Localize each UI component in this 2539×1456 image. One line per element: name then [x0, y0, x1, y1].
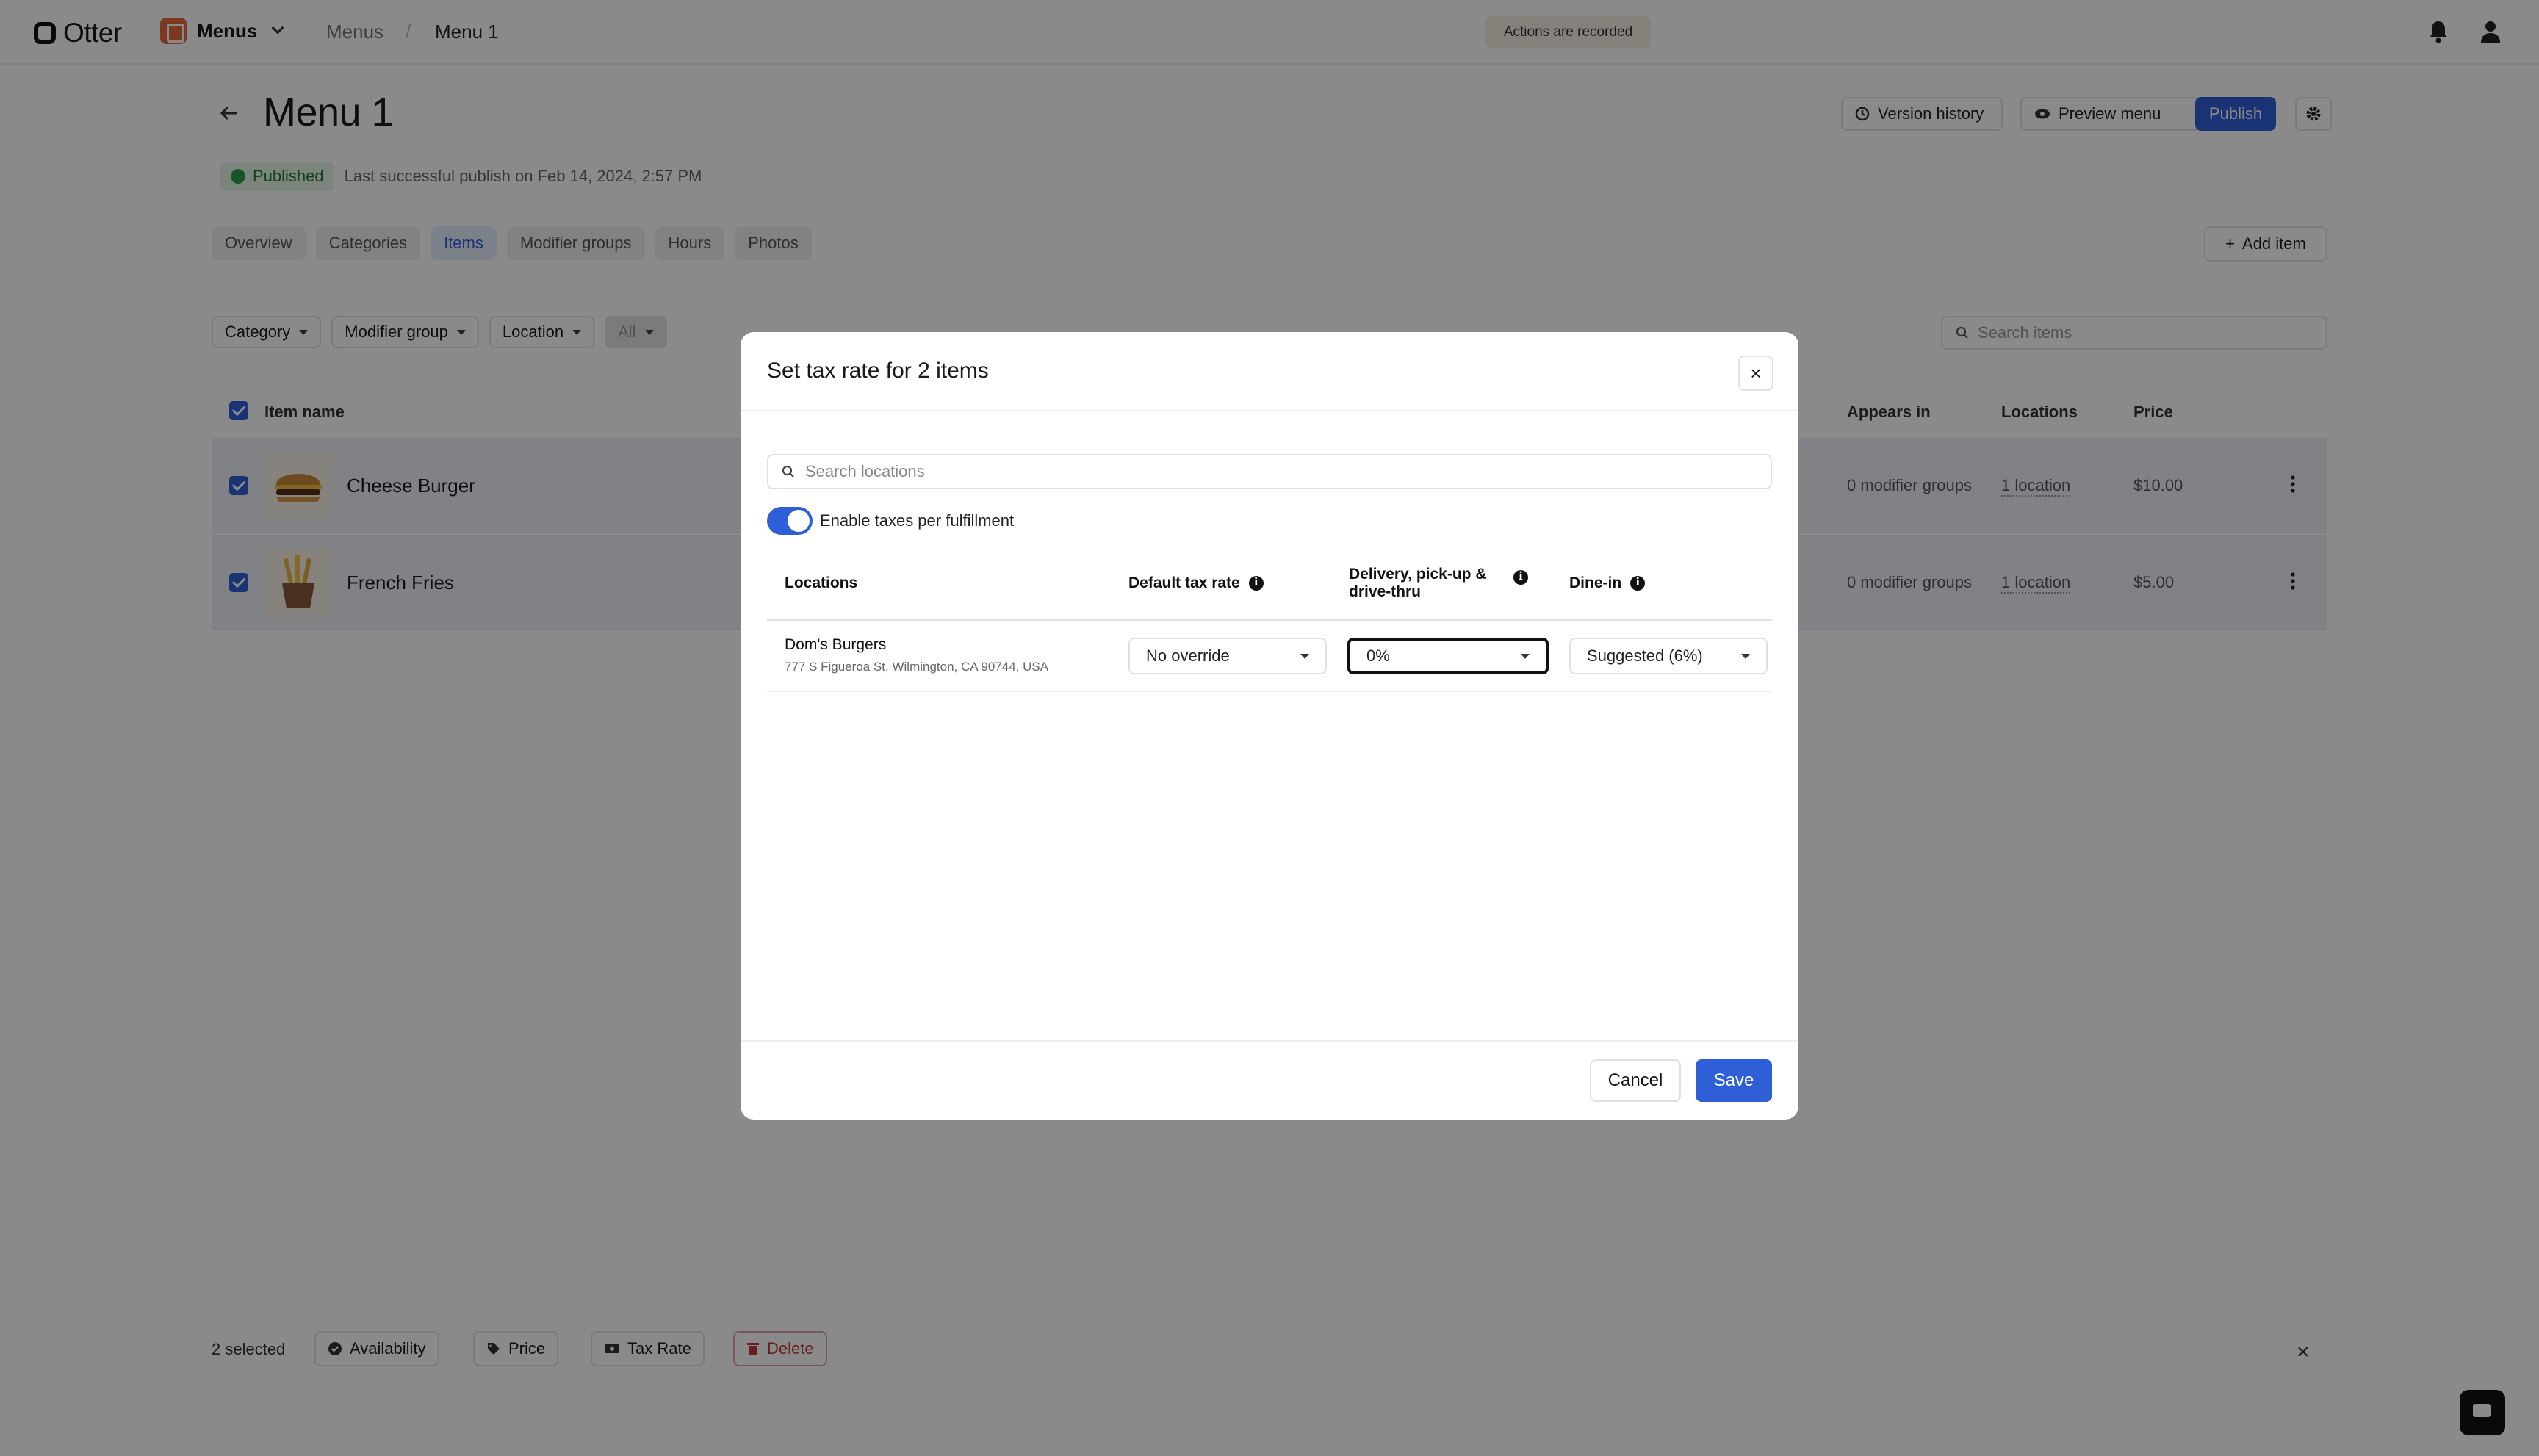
column-locations-label: Locations	[785, 574, 858, 591]
search-icon	[782, 465, 794, 477]
caret-down-icon	[1521, 653, 1530, 659]
caret-down-icon	[1741, 653, 1750, 659]
info-icon[interactable]	[1630, 575, 1646, 591]
fulfillment-taxes-toggle[interactable]	[767, 507, 813, 535]
location-address: 777 S Figueroa St, Wilmington, CA 90744,…	[785, 660, 1049, 674]
caret-down-icon	[1300, 653, 1309, 659]
save-button[interactable]: Save	[1696, 1059, 1772, 1102]
delivery-tax-select[interactable]: 0%	[1347, 638, 1549, 674]
default-tax-select[interactable]: No override	[1128, 638, 1327, 674]
default-tax-value: No override	[1146, 646, 1230, 665]
search-locations-placeholder: Search locations	[805, 462, 925, 480]
delivery-tax-value: 0%	[1366, 646, 1390, 665]
info-icon[interactable]	[1513, 569, 1528, 585]
column-locations: Locations	[785, 574, 857, 592]
row-divider	[767, 691, 1772, 692]
table-header-divider	[767, 619, 1772, 621]
column-delivery: Delivery, pick-up & drive-thru	[1349, 566, 1540, 601]
dine-in-tax-value: Suggested (6%)	[1587, 646, 1703, 665]
divider	[741, 410, 1798, 411]
tax-rate-dialog: Set tax rate for 2 items × Search locati…	[741, 332, 1798, 1120]
search-locations-input[interactable]: Search locations	[767, 454, 1772, 489]
column-dine-in-label: Dine-in	[1569, 574, 1622, 591]
column-dine-in: Dine-in	[1569, 574, 1646, 592]
column-default-tax: Default tax rate	[1128, 574, 1264, 592]
close-icon[interactable]: ×	[1738, 356, 1773, 391]
dine-in-tax-select[interactable]: Suggested (6%)	[1569, 638, 1768, 674]
footer-divider	[741, 1040, 1798, 1042]
cancel-button[interactable]: Cancel	[1590, 1059, 1681, 1102]
column-delivery-label: Delivery, pick-up & drive-thru	[1349, 566, 1487, 600]
column-default-tax-label: Default tax rate	[1128, 574, 1240, 591]
fulfillment-taxes-label: Enable taxes per fulfillment	[820, 511, 1015, 530]
location-name: Dom's Burgers	[785, 636, 887, 653]
dialog-title: Set tax rate for 2 items	[767, 358, 989, 383]
info-icon[interactable]	[1248, 575, 1264, 591]
